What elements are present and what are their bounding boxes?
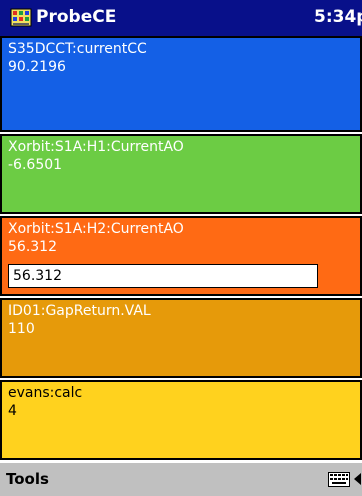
title-bar: ProbeCE 5:34p bbox=[0, 0, 362, 36]
pv-panel-xorbit-h2[interactable]: Xorbit:S1A:H2:CurrentAO 56.312 bbox=[0, 216, 362, 296]
pv-value: -6.6501 bbox=[8, 157, 63, 173]
pv-name: S35DCCT:currentCC bbox=[8, 41, 147, 57]
probe-app-icon[interactable] bbox=[10, 6, 32, 28]
tools-menu[interactable]: Tools bbox=[6, 470, 49, 488]
pv-name: Xorbit:S1A:H2:CurrentAO bbox=[8, 221, 184, 237]
pv-panel-xorbit-h1[interactable]: Xorbit:S1A:H1:CurrentAO -6.6501 bbox=[0, 134, 362, 214]
pv-name: Xorbit:S1A:H1:CurrentAO bbox=[8, 139, 184, 155]
menu-bar: Tools bbox=[0, 462, 362, 496]
sip-arrow-icon[interactable] bbox=[352, 471, 362, 487]
pv-panel-evans-calc[interactable]: evans:calc 4 bbox=[0, 380, 362, 460]
pv-name: ID01:GapReturn.VAL bbox=[8, 303, 151, 319]
pv-value: 90.2196 bbox=[8, 59, 66, 75]
pv-value: 56.312 bbox=[8, 239, 57, 255]
value-input[interactable] bbox=[8, 264, 318, 288]
pv-value: 110 bbox=[8, 321, 35, 337]
pv-panel-s35dcct[interactable]: S35DCCT:currentCC 90.2196 bbox=[0, 36, 362, 132]
pv-panel-id01-gap[interactable]: ID01:GapReturn.VAL 110 bbox=[0, 298, 362, 378]
clock[interactable]: 5:34p bbox=[314, 6, 362, 28]
pv-value: 4 bbox=[8, 403, 17, 419]
pv-name: evans:calc bbox=[8, 385, 83, 401]
app-title: ProbeCE bbox=[36, 7, 117, 27]
keyboard-icon[interactable] bbox=[328, 472, 350, 487]
